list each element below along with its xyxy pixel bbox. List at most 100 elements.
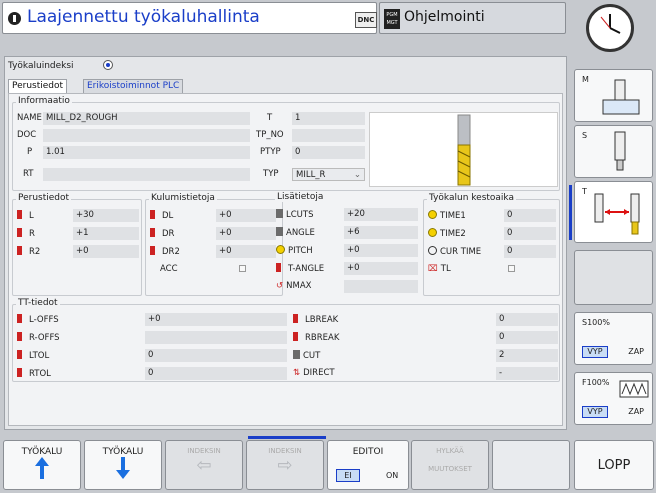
- ltol-icon: [17, 350, 26, 359]
- l-offs-field[interactable]: +0: [145, 313, 287, 326]
- lcuts-label: LCUTS: [276, 209, 313, 220]
- name-label: NAME: [17, 113, 42, 123]
- arrow-down-icon: [116, 457, 130, 479]
- tl-label: ⌧ TL: [428, 264, 451, 274]
- p-field[interactable]: 1.01: [43, 146, 250, 159]
- s-button[interactable]: S: [574, 125, 653, 178]
- ltol-field[interactable]: 0: [145, 349, 287, 362]
- index-right-button[interactable]: INDEKSIN ⇨: [246, 440, 324, 490]
- tab-basic[interactable]: Perustiedot: [8, 79, 68, 93]
- radius-icon: [17, 228, 26, 237]
- dr-field[interactable]: +0: [216, 227, 276, 240]
- lbreak-field[interactable]: 0: [496, 313, 558, 326]
- r-offs-field[interactable]: [145, 331, 287, 344]
- tool-down-button[interactable]: TYÖKALU: [84, 440, 162, 490]
- dnc-badge: DNC: [355, 12, 377, 28]
- index-left-label: INDEKSIN: [187, 447, 221, 455]
- dr-icon: [150, 228, 159, 237]
- basic-title: Perustiedot: [16, 193, 72, 203]
- doc-field[interactable]: [43, 129, 250, 142]
- clock-icon: [586, 4, 634, 52]
- t-button[interactable]: T: [574, 181, 653, 243]
- mode-header[interactable]: PGM MGT Ohjelmointi: [379, 2, 566, 34]
- r-offs-icon: [17, 332, 26, 341]
- tool-index-label: Työkaluindeksi: [8, 61, 74, 71]
- l-offs-label: L-OFFS: [17, 314, 59, 325]
- lcuts-field[interactable]: +20: [344, 208, 418, 221]
- info-icon: [8, 12, 21, 25]
- edit-on-label: ON: [386, 471, 399, 480]
- extra-group: Lisätietoja LCUTS +20 ANGLE +6 PITCH +0 …: [272, 192, 420, 296]
- empty-side-button[interactable]: [574, 250, 653, 305]
- end-mill-icon: [457, 114, 471, 186]
- index-indicator: [248, 436, 326, 439]
- r2-field[interactable]: +0: [73, 245, 139, 258]
- r2-label: R2: [17, 246, 40, 257]
- tool-index-radio[interactable]: [103, 60, 113, 70]
- rtol-field[interactable]: 0: [145, 367, 287, 380]
- r-offs-label: R-OFFS: [17, 332, 60, 343]
- angle-label: ANGLE: [276, 227, 315, 238]
- rbreak-icon: [293, 332, 302, 341]
- time1-label: TIME1: [428, 210, 466, 221]
- empty-bottom-button[interactable]: [492, 440, 570, 490]
- tool-up-button[interactable]: TYÖKALU: [3, 440, 81, 490]
- index-right-label: INDEKSIN: [268, 447, 302, 455]
- tool-change-icon: [594, 193, 640, 235]
- pitch-field[interactable]: +0: [344, 244, 418, 257]
- index-left-button[interactable]: INDEKSIN ⇦: [165, 440, 243, 490]
- discard-changes-button[interactable]: HYLKÄÄ MUUTOKSET: [411, 440, 489, 490]
- edit-label: EDITOI: [352, 447, 384, 457]
- dl-field[interactable]: +0: [216, 209, 276, 222]
- rbreak-field[interactable]: 0: [496, 331, 558, 344]
- feed-override-button[interactable]: F100% VYP ZAP: [574, 372, 653, 425]
- t-angle-field[interactable]: +0: [344, 262, 418, 275]
- cut-field[interactable]: 2: [496, 349, 558, 362]
- acc-label: ACC: [160, 264, 178, 274]
- end-label: LOPP: [597, 458, 631, 473]
- ltol-label: LTOL: [17, 350, 49, 361]
- f-vyp-label: VYP: [582, 406, 608, 418]
- tab-plc[interactable]: Erikoistoiminnot PLC: [83, 79, 184, 93]
- f-override-label: F100%: [582, 378, 610, 387]
- direct-field[interactable]: -: [496, 367, 558, 380]
- spindle-speed-icon: ↺: [276, 281, 284, 291]
- wear-title: Kulumistietoja: [149, 193, 217, 203]
- dr2-field[interactable]: +0: [216, 245, 276, 258]
- wear-group: Kulumistietoja DL +0 DR +0 DR2 +0 ACC: [145, 193, 283, 296]
- ptyp-field[interactable]: 0: [292, 146, 365, 159]
- typ-dropdown[interactable]: MILL_R ⌄: [292, 168, 365, 181]
- tt-group: TT-tiedot L-OFFS +0 R-OFFS LTOL 0 RTOL 0…: [12, 298, 560, 382]
- time2-field[interactable]: 0: [504, 227, 556, 240]
- dl-icon: [150, 210, 159, 219]
- time1-field[interactable]: 0: [504, 209, 556, 222]
- rtol-icon: [17, 368, 26, 377]
- rt-field[interactable]: [43, 168, 250, 181]
- acc-checkbox[interactable]: [239, 265, 246, 272]
- t-field[interactable]: 1: [292, 112, 365, 125]
- r-field[interactable]: +1: [73, 227, 139, 240]
- dr2-label: DR2: [150, 246, 180, 257]
- direction-icon: ⇅: [293, 368, 301, 378]
- m-button[interactable]: M: [574, 69, 653, 122]
- tpno-label: TP_NO: [256, 130, 284, 140]
- discard-label-2: MUUTOKSET: [428, 465, 472, 473]
- t-label: T: [267, 113, 273, 123]
- cur-time-field[interactable]: 0: [504, 245, 556, 258]
- angle-field[interactable]: +6: [344, 226, 418, 239]
- clock-face-icon: [600, 14, 621, 34]
- pitch-icon: [276, 245, 285, 254]
- life-group: Työkalun kestoaika TIME1 0 TIME2 0 CUR T…: [423, 193, 560, 296]
- name-field[interactable]: MILL_D2_ROUGH: [43, 112, 250, 125]
- radius2-icon: [17, 246, 26, 255]
- spindle-override-button[interactable]: S100% VYP ZAP: [574, 312, 653, 365]
- l-field[interactable]: +30: [73, 209, 139, 222]
- dr-label: DR: [150, 228, 174, 239]
- tl-checkbox[interactable]: [508, 265, 515, 272]
- nmax-field[interactable]: [344, 280, 418, 293]
- angle-icon: [276, 227, 283, 236]
- edit-toggle-button[interactable]: EDITOI EI ON: [327, 440, 409, 490]
- tpno-field[interactable]: [292, 129, 365, 142]
- end-button[interactable]: LOPP: [574, 440, 654, 490]
- lcuts-icon: [276, 209, 283, 218]
